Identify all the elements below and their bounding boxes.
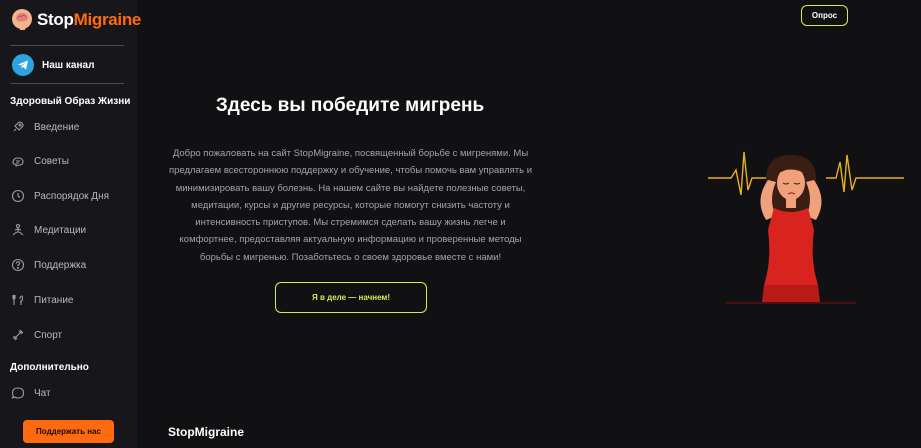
logo[interactable]: StopMigraine (10, 8, 141, 32)
telegram-icon (12, 54, 34, 76)
sidebar: StopMigraine Наш канал Здоровый Образ Жи… (0, 0, 141, 448)
sidebar-item-advice[interactable]: Советы (10, 151, 69, 171)
sidebar-item-meditation[interactable]: Медитации (10, 220, 86, 240)
section-title-healthy-lifestyle: Здоровый Образ Жизни (10, 96, 131, 107)
advice-icon (10, 153, 26, 169)
food-icon (10, 292, 26, 308)
sidebar-item-intro[interactable]: Введение (10, 117, 79, 137)
survey-button[interactable]: Опрос (801, 5, 848, 26)
get-started-button[interactable]: Я в деле — начнем! (275, 282, 427, 313)
channel-label: Наш канал (42, 59, 95, 71)
migraine-woman-illustration (708, 151, 904, 304)
sidebar-item-daily-routine[interactable]: Распорядок Дня (10, 186, 109, 206)
sidebar-item-label: Питание (34, 294, 74, 306)
sidebar-item-label: Введение (34, 121, 80, 133)
sidebar-item-chat[interactable]: Чат (10, 383, 51, 403)
sidebar-item-sport[interactable]: Спорт (10, 325, 62, 345)
logo-text-part1: Stop (37, 10, 74, 29)
sidebar-item-label: Советы (34, 155, 69, 167)
divider (10, 45, 124, 46)
support-us-button[interactable]: Поддержать нас (23, 420, 114, 443)
sidebar-item-support[interactable]: Поддержка (10, 255, 86, 275)
sidebar-item-label: Распорядок Дня (34, 190, 109, 202)
clock-icon (10, 188, 26, 204)
sidebar-item-nutrition[interactable]: Питание (10, 290, 73, 310)
sidebar-item-label: Поддержка (34, 259, 87, 271)
meditation-icon (10, 222, 26, 238)
footer-logo: StopMigraine (168, 425, 245, 439)
chat-icon (10, 385, 26, 401)
sidebar-item-label: Медитации (34, 224, 87, 236)
sidebar-item-label: Чат (34, 387, 51, 399)
telegram-channel-link[interactable]: Наш канал (12, 54, 94, 76)
logo-text-part2: Migraine (73, 10, 142, 29)
question-icon (10, 257, 26, 273)
hero-title: Здесь вы победите мигрень (215, 95, 485, 116)
divider (10, 83, 124, 84)
hero-description: Добро пожаловать на сайт StopMigraine, п… (168, 148, 533, 263)
section-title-additional: Дополнительно (10, 362, 89, 373)
brain-head-icon (12, 9, 32, 30)
sidebar-item-label: Спорт (34, 329, 63, 341)
rocket-icon (10, 119, 26, 135)
dumbbell-icon (10, 327, 26, 343)
